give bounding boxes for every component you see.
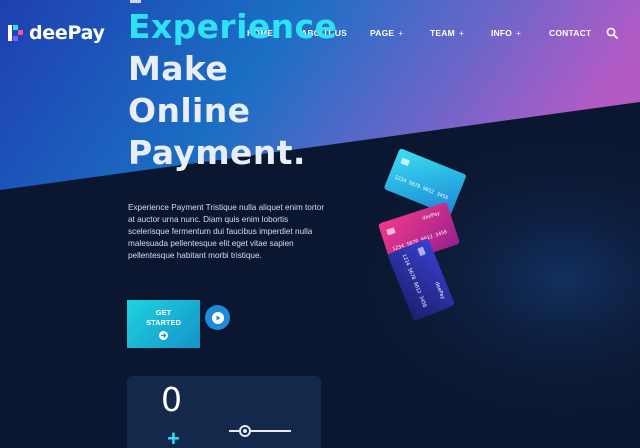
nav-page[interactable]: PAGE + [370, 28, 403, 38]
plus-icon: + [458, 28, 465, 38]
headline-line-1: Experience [128, 7, 338, 46]
get-started-button[interactable]: GET STARTED [127, 300, 200, 348]
search-icon[interactable] [606, 27, 618, 39]
card-cyan: 1234 5678 9012 3456 [384, 148, 466, 215]
slider-handle[interactable] [239, 425, 251, 437]
brand-name: deePay [29, 22, 105, 44]
arrow-right-circle-icon [159, 331, 168, 340]
cta-label-line-2: STARTED [146, 318, 181, 327]
logo-mark-icon [8, 25, 23, 41]
card-navy: deePay 1234 5678 9012 3456 [388, 238, 455, 321]
nav-contact[interactable]: CONTACT [549, 28, 591, 38]
plus-icon: + [516, 28, 522, 38]
plus-icon: + [398, 28, 404, 38]
play-icon [211, 311, 224, 324]
brand-logo[interactable]: deePay [8, 20, 105, 46]
headline-line-3: Online [128, 91, 251, 130]
headline-line-2: Make [128, 49, 229, 88]
hero-description: Experience Payment Tristique nulla aliqu… [128, 203, 325, 260]
cta-label-line-1: GET [155, 308, 172, 317]
play-video-button[interactable] [205, 305, 230, 330]
headline-line-4: Payment. [128, 133, 306, 172]
credit-cards-illustration: 1234 5678 9012 3456 deePay 1234 5678 901… [378, 148, 466, 321]
counter-value: 0 [161, 380, 182, 419]
hero-headline: Experience Make Online Payment. [128, 6, 337, 174]
increment-button[interactable]: + [167, 426, 180, 448]
counter-widget: 0 + [127, 376, 321, 448]
decorative-tick [130, 0, 141, 3]
nav-team[interactable]: TEAM + [430, 28, 464, 38]
nav-info[interactable]: INFO + [491, 28, 521, 38]
